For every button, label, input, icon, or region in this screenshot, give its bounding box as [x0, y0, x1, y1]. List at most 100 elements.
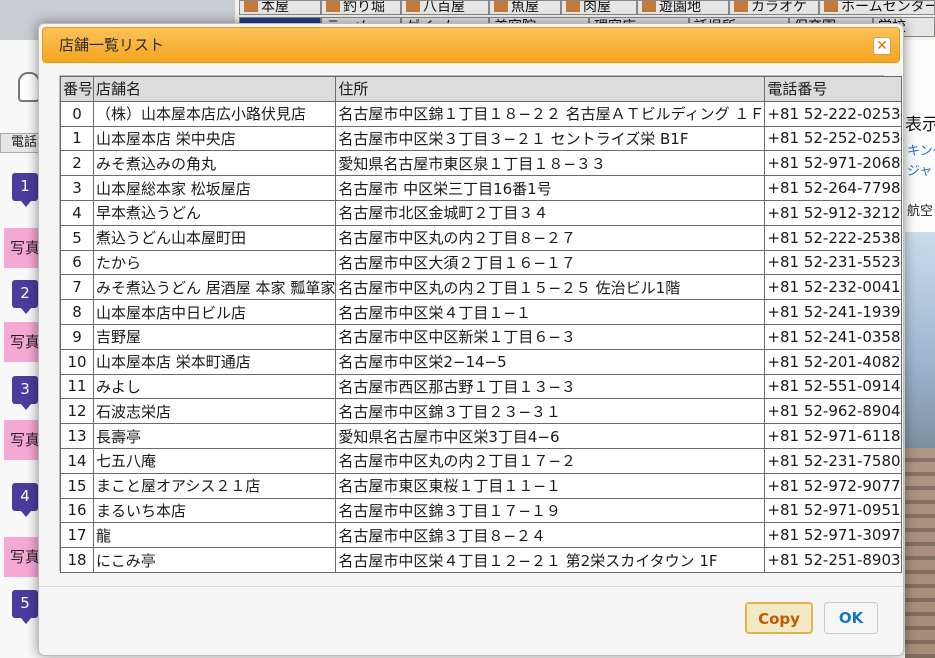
- cell-shop-name: 吉野屋: [93, 323, 337, 350]
- category-bookstore[interactable]: 本屋: [239, 0, 321, 15]
- column-header-phone: 電話番号: [764, 76, 902, 102]
- cell-phone: +81 52-201-4082: [764, 348, 902, 375]
- cell-phone: +81 52-241-1939: [764, 299, 902, 325]
- result-marker-5[interactable]: 5: [12, 590, 38, 624]
- table-row[interactable]: 11 みよし 名古屋市西区那古野１丁目１３−３ +81 52-551-0914: [59, 373, 902, 400]
- cell-address: 名古屋市西区那古野１丁目１３−３: [335, 373, 766, 400]
- ok-button[interactable]: OK: [824, 602, 878, 634]
- aerial-link[interactable]: 航空: [907, 200, 933, 219]
- bookstore-icon: [244, 1, 258, 12]
- cell-number: 6: [59, 249, 95, 276]
- result-marker-2[interactable]: 2: [12, 280, 38, 314]
- result-marker-4[interactable]: 4: [12, 483, 38, 517]
- fish-icon: [494, 1, 508, 12]
- cell-shop-name: 山本屋本店 栄中央店: [93, 125, 337, 152]
- table-row[interactable]: 17 龍名古屋市中区錦３丁目８−２４ +81 52-971-3097: [59, 522, 902, 549]
- cell-address: 名古屋市中区錦３丁目８−２４: [335, 522, 766, 549]
- table-row[interactable]: 10 山本屋本店 栄本町通店 名古屋市中区栄2−14−5 +81 52-201-408…: [59, 348, 902, 375]
- cell-address: 名古屋市中区中区新栄１丁目６−３: [335, 323, 766, 350]
- cell-shop-name: 早本煮込うどん: [93, 199, 337, 226]
- cell-shop-name: 山本屋本店中日ビル店: [93, 299, 337, 325]
- dialog-header: 店舗一覧リスト ✕: [42, 27, 900, 63]
- cell-shop-name: 山本屋本店 栄本町通店: [93, 348, 337, 375]
- cell-number: 11: [59, 373, 95, 400]
- table-row[interactable]: 18 にこみ亭 名古屋市中区栄４丁目１２−２１ 第2栄スカイタウン 1F +81 52…: [59, 547, 902, 573]
- cell-address: 名古屋市 中区栄三丁目16番1号: [335, 175, 766, 201]
- table-row[interactable]: 6 たから 名古屋市中区大須２丁目１６−１７ +81 52-231-5523: [59, 249, 902, 276]
- table-row[interactable]: 2 みそ煮込みの角丸 愛知県名古屋市東区泉１丁目１８−３３ +81 52-971-20…: [59, 150, 902, 177]
- table-row[interactable]: 14 七五八庵 名古屋市中区丸の内２丁目１７−２ +81 52-231-7580: [59, 447, 902, 474]
- category-fish-shop[interactable]: 魚屋: [489, 0, 561, 15]
- ranking-link[interactable]: キング: [907, 140, 935, 159]
- table-row[interactable]: 1 山本屋本店 栄中央店 名古屋市中区栄３丁目３−２１ セントライズ栄 B1F +81…: [59, 125, 902, 152]
- cell-phone: +81 52-971-2068: [764, 150, 902, 177]
- cell-number: 17: [59, 522, 95, 549]
- photo-tag[interactable]: 写真: [4, 420, 40, 460]
- cell-number: 12: [59, 398, 95, 425]
- table-row[interactable]: 3 山本屋総本家 松坂屋店 名古屋市 中区栄三丁目16番1号 +81 52-264-7…: [59, 175, 902, 201]
- cell-shop-name: みそ煮込うどん 居酒屋 本家 瓢箪家: [93, 274, 337, 301]
- cell-address: 名古屋市中区栄３丁目３−２１ セントライズ栄 B1F: [335, 125, 766, 152]
- column-header-number: 番号: [59, 76, 95, 102]
- cell-shop-name: 山本屋総本家 松坂屋店: [93, 175, 337, 201]
- genre-link[interactable]: ジャ: [907, 160, 932, 179]
- cell-phone: +81 52-264-7798: [764, 175, 902, 201]
- table-row[interactable]: 8 山本屋本店中日ビル店 名古屋市中区栄４丁目１−１ +81 52-241-1939: [59, 299, 902, 325]
- cell-address: 名古屋市中区栄４丁目１２−２１ 第2栄スカイタウン 1F: [335, 547, 766, 573]
- category-butcher[interactable]: 肉屋: [561, 0, 637, 15]
- cell-address: 名古屋市北区金城町２丁目３４: [335, 199, 766, 226]
- cell-address: 名古屋市中区丸の内２丁目１７−２: [335, 447, 766, 474]
- category-greengrocer[interactable]: 八百屋: [401, 0, 489, 15]
- cell-address: 名古屋市中区丸の内２丁目８−２７: [335, 224, 766, 251]
- shop-table-body: 0 （株）山本屋本店広小路伏見店 名古屋市中区錦１丁目１８−２２ 名古屋ＡＴビルディ…: [59, 100, 902, 573]
- dialog-title: 店舗一覧リスト: [59, 36, 165, 54]
- table-row[interactable]: 9 吉野屋 名古屋市中区中区新栄１丁目６−３ +81 52-241-0358: [59, 323, 902, 350]
- cell-phone: +81 52-972-9077: [764, 472, 902, 499]
- category-home-center[interactable]: ホームセンター: [819, 0, 935, 15]
- result-marker-1[interactable]: 1: [12, 173, 38, 207]
- cell-number: 18: [59, 547, 95, 573]
- close-icon[interactable]: ✕: [873, 37, 891, 55]
- photo-tag[interactable]: 写真: [4, 537, 40, 577]
- shop-list-panel: 番号 店舗名 住所 電話番号 0 （株）山本屋本店広小路伏見店 名古屋市中区錦１丁目…: [59, 75, 902, 573]
- fishing-icon: [326, 1, 340, 12]
- table-row[interactable]: 13 長壽亭 愛知県名古屋市中区栄3丁目4−6 +81 52-971-6118: [59, 423, 902, 449]
- table-row[interactable]: 0 （株）山本屋本店広小路伏見店 名古屋市中区錦１丁目１８−２２ 名古屋ＡＴビルディ…: [59, 100, 902, 127]
- home-center-icon: [824, 1, 838, 12]
- result-marker-3[interactable]: 3: [12, 376, 38, 410]
- table-row[interactable]: 7 みそ煮込うどん 居酒屋 本家 瓢箪家 名古屋市中区丸の内２丁目１５−２５ 佐治ビ…: [59, 274, 902, 301]
- category-karaoke[interactable]: カラオケ: [729, 0, 819, 15]
- cell-shop-name: 七五八庵: [93, 447, 337, 474]
- cell-phone: +81 52-971-3097: [764, 522, 902, 549]
- table-row[interactable]: 15 まこと屋オアシス２１店 名古屋市東区東桜１丁目１１−１ +81 52-972-9…: [59, 472, 902, 499]
- cell-phone: +81 52-241-0358: [764, 323, 902, 350]
- cell-number: 14: [59, 447, 95, 474]
- cell-phone: +81 52-962-8904: [764, 398, 902, 425]
- cell-shop-name: みよし: [93, 373, 337, 400]
- cell-phone: +81 52-971-0951: [764, 497, 902, 524]
- table-row[interactable]: 12 石波志栄店 名古屋市中区錦３丁目２３−３１ +81 52-962-8904: [59, 398, 902, 425]
- cell-phone: +81 52-222-0253: [764, 100, 902, 127]
- copy-button[interactable]: Copy: [745, 602, 813, 634]
- cell-shop-name: 石波志栄店: [93, 398, 337, 425]
- cell-shop-name: まこと屋オアシス２１店: [93, 472, 337, 499]
- cell-phone: +81 52-251-8903: [764, 547, 902, 573]
- column-header-address: 住所: [335, 76, 766, 102]
- category-fishing-pond[interactable]: 釣り堀: [321, 0, 401, 15]
- cell-phone: +81 52-971-6118: [764, 423, 902, 449]
- cell-address: 名古屋市中区錦３丁目１７−１９: [335, 497, 766, 524]
- table-row[interactable]: 5 煮込うどん山本屋町田 名古屋市中区丸の内２丁目８−２７ +81 52-222-25…: [59, 224, 902, 251]
- cell-shop-name: 龍: [93, 522, 337, 549]
- table-row[interactable]: 16 まるいち本店 名古屋市中区錦３丁目１７−１９ +81 52-971-0951: [59, 497, 902, 524]
- photo-tag[interactable]: 写真: [4, 322, 40, 362]
- cell-shop-name: （株）山本屋本店広小路伏見店: [93, 100, 337, 127]
- cell-number: 15: [59, 472, 95, 499]
- cell-phone: +81 52-222-2538: [764, 224, 902, 251]
- table-row[interactable]: 4 早本煮込うどん 名古屋市北区金城町２丁目３４ +81 52-912-3212: [59, 199, 902, 226]
- cell-phone: +81 52-551-0914: [764, 373, 902, 400]
- cell-number: 16: [59, 497, 95, 524]
- meat-icon: [566, 1, 580, 12]
- category-amusement-park[interactable]: 遊園地: [637, 0, 729, 15]
- photo-tag[interactable]: 写真: [4, 228, 40, 268]
- amusement-icon: [642, 1, 656, 12]
